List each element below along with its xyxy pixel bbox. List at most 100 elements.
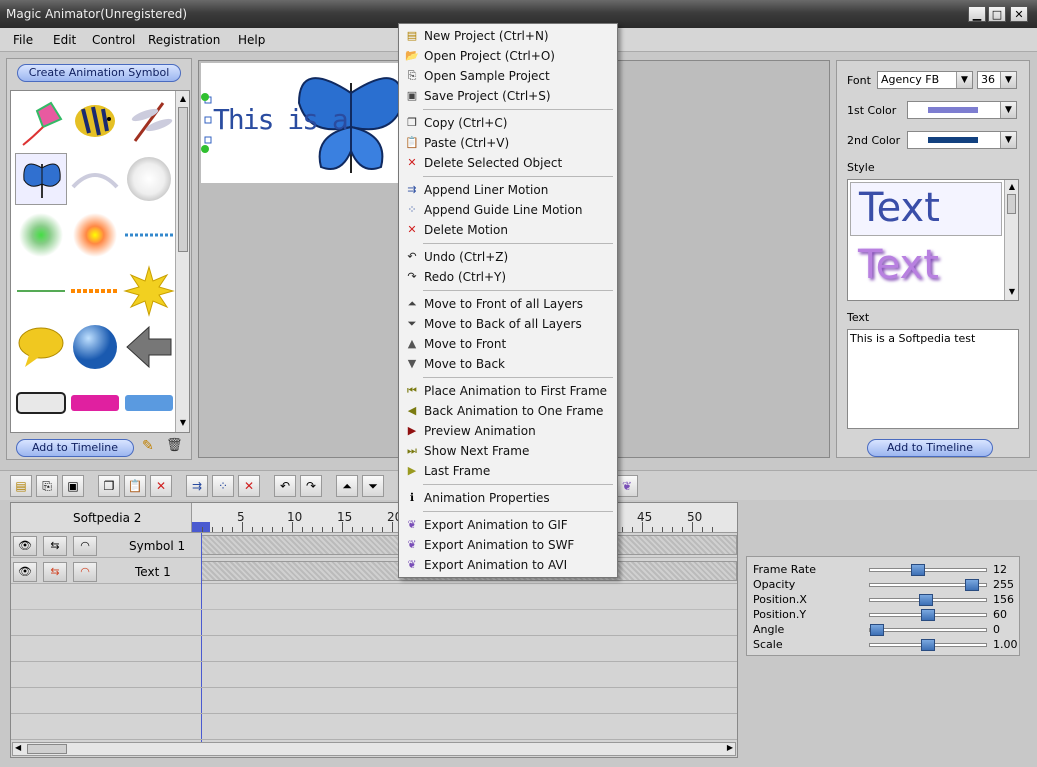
paste-tool[interactable]: 📋: [124, 475, 146, 497]
orange-line-symbol[interactable]: [69, 265, 121, 317]
timeline-horizontal-scrollbar[interactable]: ◀ ▶: [12, 742, 736, 756]
glow-orange-symbol[interactable]: [69, 209, 121, 261]
menu-file[interactable]: File: [13, 33, 33, 47]
first-color-select[interactable]: ▼: [907, 101, 1017, 119]
minimize-button[interactable]: ▁: [968, 6, 986, 22]
gray-button-symbol[interactable]: [15, 377, 67, 429]
playhead-marker[interactable]: [192, 522, 210, 532]
layer-row-text[interactable]: 👁 ⇆ ◠ Text 1: [11, 559, 737, 584]
menu-item[interactable]: ❦ Export Animation to AVI: [401, 555, 615, 575]
menu-item[interactable]: ▣ Save Project (Ctrl+S): [401, 86, 615, 106]
arrow-left-symbol[interactable]: [123, 321, 175, 373]
menu-item[interactable]: ℹ Animation Properties: [401, 488, 615, 508]
scroll-up-icon[interactable]: ▲: [1006, 181, 1018, 193]
glow-green-symbol[interactable]: [15, 209, 67, 261]
stage-text-object[interactable]: This is a: [213, 103, 349, 136]
open-project-tool[interactable]: ⎘: [36, 475, 58, 497]
scroll-down-icon[interactable]: ▼: [1006, 286, 1018, 298]
menu-item[interactable]: ✕ Delete Motion: [401, 220, 615, 240]
menu-help[interactable]: Help: [238, 33, 265, 47]
library-add-to-timeline-button[interactable]: Add to Timeline: [16, 439, 134, 457]
menu-registration[interactable]: Registration: [148, 33, 220, 47]
delete-motion-tool[interactable]: ✕: [238, 475, 260, 497]
blue-button-symbol[interactable]: [123, 377, 175, 429]
style-option-2[interactable]: Text: [850, 240, 1002, 294]
scroll-thumb[interactable]: [1007, 194, 1016, 214]
slider-knob[interactable]: [921, 609, 935, 621]
scroll-left-icon[interactable]: ◀: [15, 743, 21, 752]
close-button[interactable]: ✕: [1010, 6, 1028, 22]
scroll-up-icon[interactable]: ▲: [177, 93, 189, 105]
maximize-button[interactable]: □: [988, 6, 1006, 22]
property-slider[interactable]: [869, 594, 987, 606]
scroll-down-icon[interactable]: ▼: [177, 417, 189, 429]
property-slider[interactable]: [869, 639, 987, 651]
slider-knob[interactable]: [965, 579, 979, 591]
speech-bubble-symbol[interactable]: [15, 321, 67, 373]
slider-knob[interactable]: [921, 639, 935, 651]
font-size-select[interactable]: 36 ▼: [977, 71, 1017, 89]
back-all-tool[interactable]: ⏷: [362, 475, 384, 497]
glow-white-symbol[interactable]: [123, 153, 175, 205]
menu-item[interactable]: ↷ Redo (Ctrl+Y): [401, 267, 615, 287]
menu-item[interactable]: ❐ Copy (Ctrl+C): [401, 113, 615, 133]
sun-symbol[interactable]: [123, 265, 175, 317]
slider-knob[interactable]: [870, 624, 884, 636]
menu-item[interactable]: ⎘ Open Sample Project: [401, 66, 615, 86]
menu-item[interactable]: ✕ Delete Selected Object: [401, 153, 615, 173]
undo-tool[interactable]: ↶: [274, 475, 296, 497]
property-slider[interactable]: [869, 564, 987, 576]
menu-item[interactable]: ⏮ Place Animation to First Frame: [401, 381, 615, 401]
scroll-thumb[interactable]: [178, 107, 188, 252]
pink-button-symbol[interactable]: [69, 377, 121, 429]
eye-icon[interactable]: 👁: [13, 536, 37, 556]
menu-item[interactable]: 📂 Open Project (Ctrl+O): [401, 46, 615, 66]
blue-line-symbol[interactable]: [123, 209, 175, 261]
style-scrollbar[interactable]: ▲ ▼: [1004, 180, 1018, 300]
scroll-thumb[interactable]: [27, 744, 67, 754]
fish-symbol[interactable]: [69, 97, 121, 149]
rainbow-symbol[interactable]: [69, 153, 121, 205]
slider-knob[interactable]: [911, 564, 925, 576]
library-scrollbar[interactable]: ▲ ▼: [175, 91, 189, 432]
scroll-right-icon[interactable]: ▶: [727, 743, 733, 752]
redo-tool[interactable]: ↷: [300, 475, 322, 497]
second-color-select[interactable]: ▼: [907, 131, 1017, 149]
font-select[interactable]: Agency FB ▼: [877, 71, 973, 89]
new-project-tool[interactable]: ▤: [10, 475, 32, 497]
menu-item[interactable]: ❦ Export Animation to SWF: [401, 535, 615, 555]
property-slider[interactable]: [869, 579, 987, 591]
copy-tool[interactable]: ❐: [98, 475, 120, 497]
kite-symbol[interactable]: [15, 97, 67, 149]
guide-motion-icon[interactable]: ◠: [73, 536, 97, 556]
menu-item[interactable]: ▲ Move to Front: [401, 334, 615, 354]
dragonfly-symbol[interactable]: [123, 97, 175, 149]
pencil-icon[interactable]: ✎: [142, 438, 154, 454]
menu-item[interactable]: 📋 Paste (Ctrl+V): [401, 133, 615, 153]
delete-tool[interactable]: ✕: [150, 475, 172, 497]
guide-motion-icon[interactable]: ◠: [73, 562, 97, 582]
menu-item[interactable]: ⏷ Move to Back of all Layers: [401, 314, 615, 334]
export-tool[interactable]: ❦: [616, 475, 638, 497]
menu-item[interactable]: ⇉ Append Liner Motion: [401, 180, 615, 200]
menu-item[interactable]: ❦ Export Animation to GIF: [401, 515, 615, 535]
eye-icon[interactable]: 👁: [13, 562, 37, 582]
guide-motion-tool[interactable]: ⁘: [212, 475, 234, 497]
property-slider[interactable]: [869, 609, 987, 621]
layer-row-symbol[interactable]: 👁 ⇆ ◠ Symbol 1: [11, 533, 737, 558]
butterfly-symbol[interactable]: [15, 153, 67, 205]
menu-item[interactable]: ⏭ Show Next Frame: [401, 441, 615, 461]
text-add-to-timeline-button[interactable]: Add to Timeline: [867, 439, 993, 457]
create-animation-symbol-button[interactable]: Create Animation Symbol: [17, 64, 181, 82]
text-input[interactable]: This is a Softpedia test: [847, 329, 1019, 429]
menu-item[interactable]: ⏶ Move to Front of all Layers: [401, 294, 615, 314]
menu-item[interactable]: ◀ Back Animation to One Frame: [401, 401, 615, 421]
linear-motion-tool[interactable]: ⇉: [186, 475, 208, 497]
slider-knob[interactable]: [919, 594, 933, 606]
menu-item[interactable]: ⁘ Append Guide Line Motion: [401, 200, 615, 220]
menu-item[interactable]: ↶ Undo (Ctrl+Z): [401, 247, 615, 267]
green-line-symbol[interactable]: [15, 265, 67, 317]
menu-control[interactable]: Control: [92, 33, 135, 47]
menu-item[interactable]: ▤ New Project (Ctrl+N): [401, 26, 615, 46]
menu-item[interactable]: ▶ Last Frame: [401, 461, 615, 481]
